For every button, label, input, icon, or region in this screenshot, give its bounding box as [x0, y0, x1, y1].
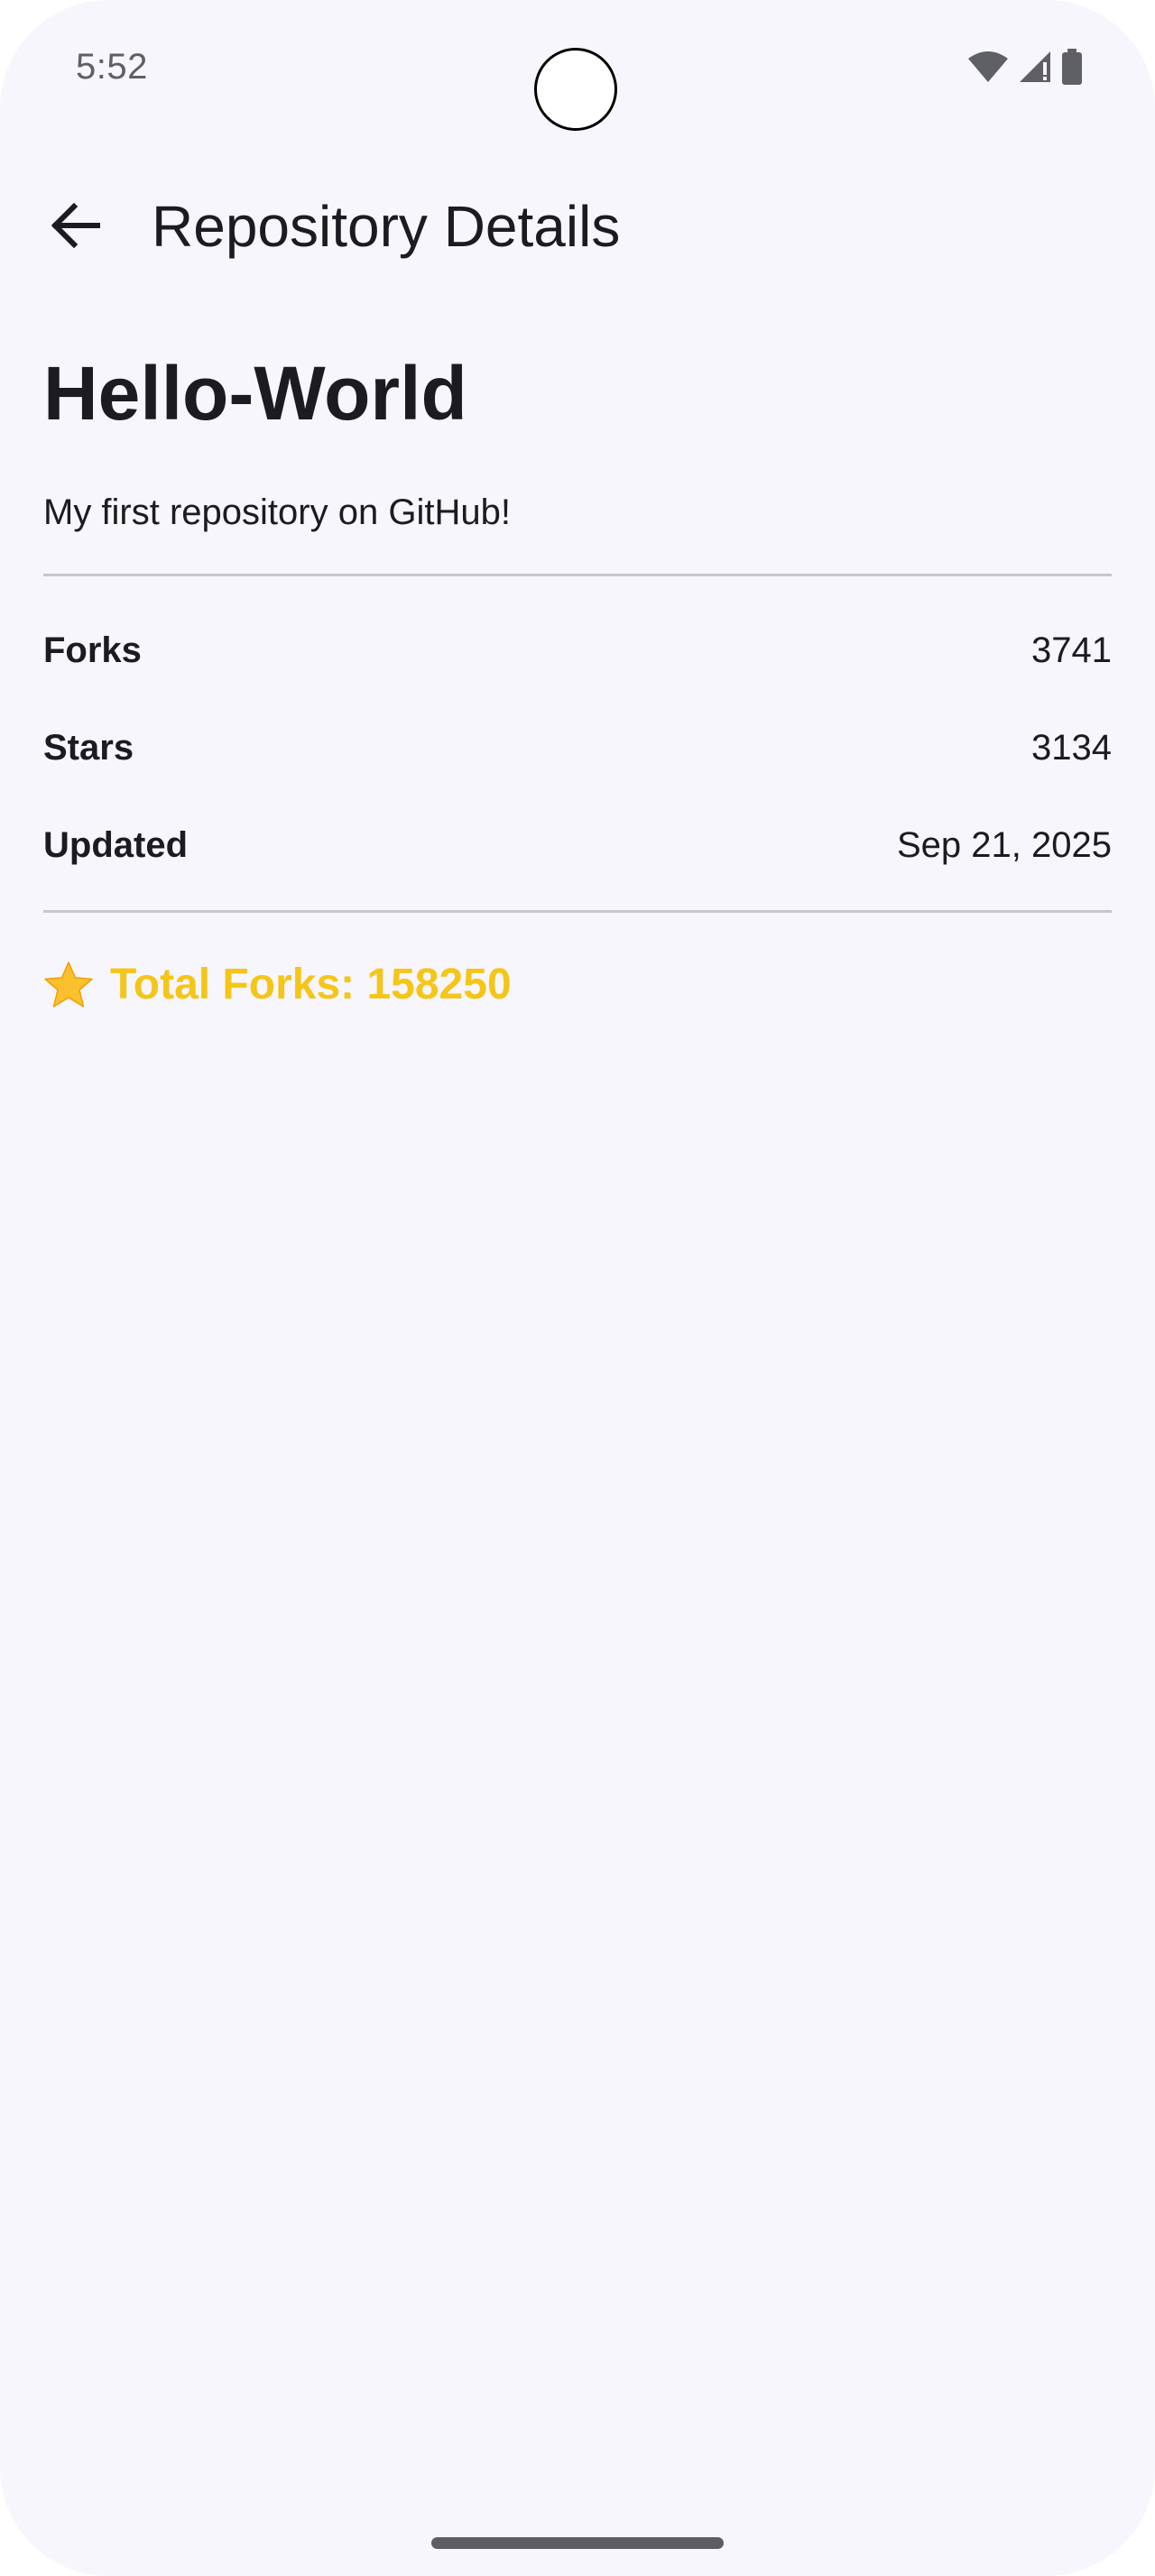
camera-cutout	[534, 48, 617, 131]
stat-value: 3741	[1031, 630, 1112, 670]
stat-row-forks: Forks 3741	[43, 602, 1112, 699]
stat-label: Forks	[43, 630, 142, 670]
status-bar: 5:52	[0, 0, 1155, 135]
battery-icon	[1061, 49, 1083, 85]
repository-description: My first repository on GitHub!	[43, 492, 511, 533]
total-forks-text: Total Forks: 158250	[110, 961, 512, 1009]
wifi-icon	[967, 50, 1009, 84]
status-time: 5:52	[76, 47, 148, 87]
back-button[interactable]	[40, 191, 112, 263]
repository-name: Hello-World	[43, 351, 467, 436]
stats-list: Forks 3741 Stars 3134 Updated Sep 21, 20…	[43, 602, 1112, 894]
arrow-left-icon	[51, 202, 101, 253]
device-screen: 5:52 Repository Details Hello-World My f…	[0, 0, 1155, 2576]
divider	[43, 574, 1112, 577]
total-forks-summary: Total Forks: 158250	[43, 960, 1112, 1009]
gesture-navigation-handle[interactable]	[431, 2537, 724, 2549]
status-icons	[967, 49, 1083, 85]
star-icon	[43, 961, 94, 1009]
stat-row-updated: Updated Sep 21, 2025	[43, 796, 1112, 894]
stat-value: 3134	[1031, 727, 1112, 768]
repository-details: Hello-World My first repository on GitHu…	[43, 352, 1112, 1009]
signal-icon	[1018, 50, 1052, 84]
stat-value: Sep 21, 2025	[897, 824, 1112, 865]
stat-row-stars: Stars 3134	[43, 699, 1112, 796]
screen-title: Repository Details	[152, 194, 621, 259]
stat-label: Updated	[43, 824, 188, 865]
divider	[43, 910, 1112, 914]
top-app-bar: Repository Details	[0, 171, 1155, 280]
stat-label: Stars	[43, 727, 134, 768]
